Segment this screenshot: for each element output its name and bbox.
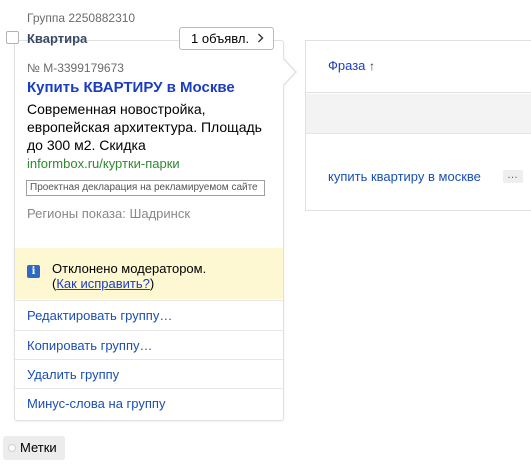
phrase-panel: Фраза ↑ купить квартиру в москве … xyxy=(305,40,531,211)
fix-suffix: ) xyxy=(149,276,155,291)
ad-text: Современная новостройка, европейская арх… xyxy=(27,101,262,153)
moderation-warning: i Отклонено модератором. (Как исправить?… xyxy=(15,248,283,299)
phrase-header-label: Фраза xyxy=(328,58,366,73)
ad-headline[interactable]: Купить КВАРТИРУ в Москве xyxy=(27,79,235,96)
copy-group-link[interactable]: Копировать группу… xyxy=(15,330,283,359)
how-to-fix-link[interactable]: Как исправить? xyxy=(56,276,150,291)
phrase-column-header[interactable]: Фраза ↑ xyxy=(306,41,531,93)
ads-count-button[interactable]: 1 объявл. xyxy=(179,27,275,50)
regions-label: Регионы показа: Шадринск xyxy=(27,206,191,221)
labels-button[interactable]: Метки xyxy=(3,436,65,460)
info-icon: i xyxy=(27,265,40,278)
group-title: Квартира xyxy=(27,31,88,46)
group-id: Группа 2250882310 xyxy=(27,11,136,25)
labels-button-label: Метки xyxy=(20,440,57,455)
more-icon[interactable]: … xyxy=(503,170,523,183)
labels-dot-icon xyxy=(8,444,16,452)
delete-group-link[interactable]: Удалить группу xyxy=(15,359,283,388)
declaration-label: Проектная декларация на рекламируемом са… xyxy=(26,180,265,196)
chevron-right-icon xyxy=(257,33,264,45)
ad-display-url[interactable]: informbox.ru/куртки-парки xyxy=(27,156,180,171)
phrase-link[interactable]: купить квартиру в москве xyxy=(328,169,481,184)
ad-number: № M-3399179673 xyxy=(27,61,124,75)
edit-group-link[interactable]: Редактировать группу… xyxy=(15,300,283,329)
group-checkbox[interactable] xyxy=(6,31,19,44)
ads-count-label: 1 объявл. xyxy=(191,31,250,46)
card-pointer-fill xyxy=(283,59,295,85)
moderation-status: Отклонено модератором. xyxy=(52,261,207,276)
moderation-fix: (Как исправить?) xyxy=(52,276,154,291)
sort-arrow-icon: ↑ xyxy=(369,59,376,73)
minus-words-link[interactable]: Минус-слова на группу xyxy=(15,388,283,417)
phrase-subheader xyxy=(306,94,531,134)
